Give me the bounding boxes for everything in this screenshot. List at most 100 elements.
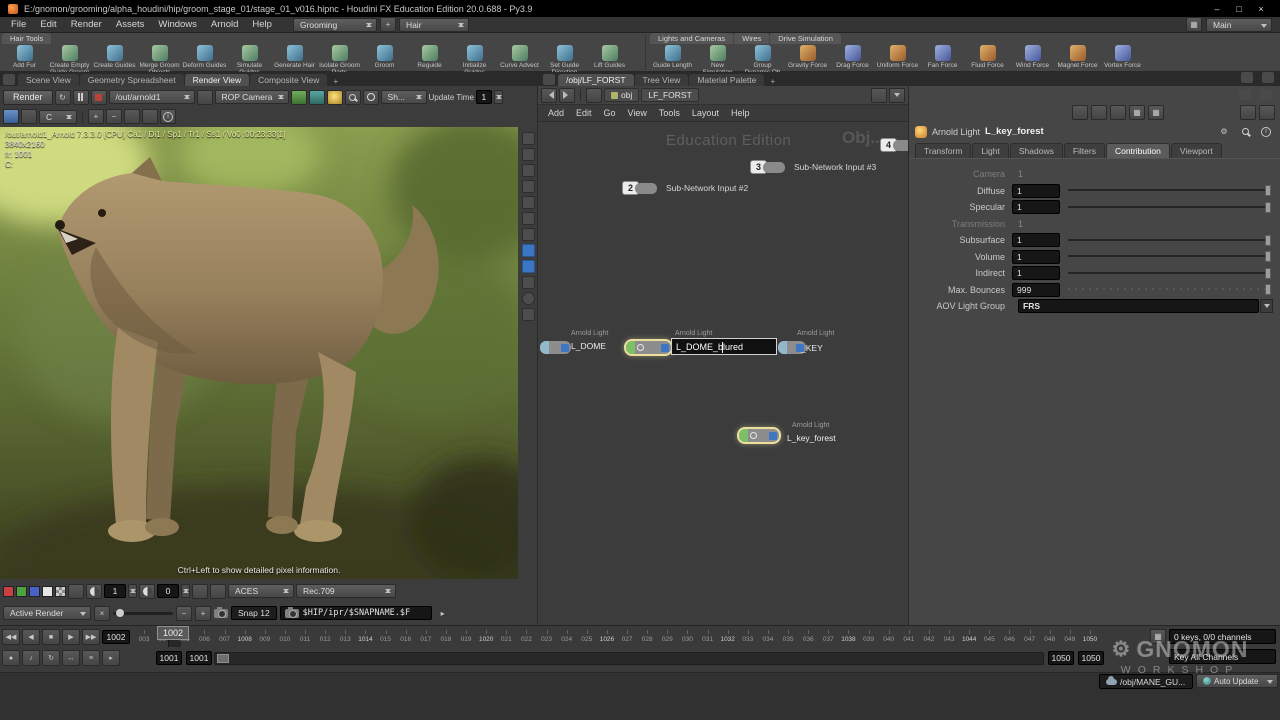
pane-maximize-icon[interactable] xyxy=(1262,72,1274,83)
aov-group-menu-button[interactable] xyxy=(1260,299,1273,313)
volume-input[interactable]: 1 xyxy=(1012,250,1060,264)
blue-channel-swatch[interactable] xyxy=(29,586,40,597)
hair-shelf-select[interactable]: Hair xyxy=(399,18,469,32)
snapshot-next-icon[interactable]: + xyxy=(195,606,211,621)
rop-parameters-icon[interactable] xyxy=(197,90,213,105)
path-back-icon[interactable] xyxy=(541,88,557,103)
breadcrumb-obj[interactable]: obj xyxy=(604,88,639,102)
add-shelf-set-button[interactable]: + xyxy=(380,17,396,32)
minimize-button[interactable]: – xyxy=(1206,4,1228,14)
key-all-channels-button[interactable]: Key All Channels xyxy=(1169,649,1276,664)
render-region-magnifier-icon[interactable] xyxy=(345,90,361,105)
update-mode-select[interactable]: Auto Update xyxy=(1196,674,1278,688)
rop-select[interactable]: /out/arnold1 xyxy=(109,90,195,104)
menu-item[interactable]: Arnold xyxy=(204,18,245,31)
snapshot-menu-icon[interactable]: ▸ xyxy=(435,606,451,621)
pane-menu-icon[interactable] xyxy=(543,74,555,85)
network-menu-item[interactable]: Add xyxy=(542,107,570,119)
stop-render-icon[interactable] xyxy=(91,90,107,105)
tab-light[interactable]: Light xyxy=(972,143,1008,158)
spreadsheet-icon[interactable]: ▦ xyxy=(1129,105,1145,120)
menu-item[interactable]: Help xyxy=(245,18,279,31)
transport-button[interactable]: ◀ xyxy=(22,629,40,645)
tab-contribution[interactable]: Contribution xyxy=(1106,143,1170,158)
restart-render-icon[interactable]: ↻ xyxy=(55,90,71,105)
compare-icon[interactable] xyxy=(68,584,84,599)
pane-menu-icon[interactable] xyxy=(3,74,15,85)
gear-icon[interactable]: ⚙ xyxy=(1216,124,1232,139)
diffuse-input[interactable]: 1 xyxy=(1012,184,1060,198)
pane-options-icon[interactable] xyxy=(1260,89,1272,100)
playbar-option-button[interactable]: ♪ xyxy=(22,650,40,666)
new-snapshot-icon[interactable] xyxy=(522,132,535,145)
tab-shadows[interactable]: Shadows xyxy=(1010,143,1063,158)
specular-slider[interactable] xyxy=(1068,202,1271,213)
tab-viewport[interactable]: Viewport xyxy=(1171,143,1222,158)
menu-item[interactable]: File xyxy=(4,18,33,31)
render-camera-select[interactable]: ROP Camera xyxy=(215,90,289,104)
subnet-input-node-4[interactable]: 4 xyxy=(880,138,909,152)
exposure-icon[interactable] xyxy=(86,584,102,599)
subsurface-input[interactable]: 1 xyxy=(1012,233,1060,247)
frame-range-slider[interactable] xyxy=(214,652,1044,665)
render-button[interactable]: Render xyxy=(3,90,53,105)
timeline-ruler[interactable]: 0030040050060071008009010011012013101401… xyxy=(134,628,1100,647)
node-name-field[interactable]: L_key_forest xyxy=(985,126,1044,137)
snapshot-grid-icon[interactable] xyxy=(309,90,325,105)
display-flag[interactable] xyxy=(661,344,669,352)
pan-view-icon[interactable] xyxy=(142,109,158,124)
subsurface-slider[interactable] xyxy=(1068,235,1271,246)
snapshot-path-field[interactable]: $HIP/ipr/$SNAPNAME.$F xyxy=(280,606,432,620)
pane-link-icon[interactable] xyxy=(1239,89,1251,100)
network-menu-item[interactable]: View xyxy=(622,107,653,119)
path-forward-icon[interactable] xyxy=(559,88,575,103)
playbar-option-button[interactable]: ↔ xyxy=(62,650,80,666)
network-menu-item[interactable]: Help xyxy=(725,107,756,119)
tab-transform[interactable]: Transform xyxy=(915,143,971,158)
shading-mode-select[interactable]: Sh... xyxy=(381,90,427,104)
network-canvas[interactable]: Education Edition Obj... 4 3 Sub-Network… xyxy=(538,122,909,625)
progressive-on-icon[interactable] xyxy=(522,260,535,273)
pane-expand-icon[interactable] xyxy=(1259,105,1275,120)
path-menu-icon[interactable] xyxy=(889,88,905,103)
shelf-tab-hair-tools[interactable]: Hair Tools xyxy=(2,33,51,44)
close-button[interactable]: × xyxy=(1250,4,1272,14)
alpha-channel-swatch[interactable] xyxy=(42,586,53,597)
menu-item[interactable]: Windows xyxy=(151,18,204,31)
pin-network-icon[interactable] xyxy=(871,88,887,103)
tab-render-view[interactable]: Render View xyxy=(185,74,250,86)
tab-network-editor[interactable]: /obj/LF_FORST xyxy=(558,74,634,86)
indirect-input[interactable]: 1 xyxy=(1012,266,1060,280)
render-image[interactable]: /out/arnold1_Arnold 7.3.3.0 [CPU] Ca1 / … xyxy=(0,127,518,579)
pixel-info-icon[interactable]: i xyxy=(160,109,176,124)
gallery-icon[interactable] xyxy=(1240,105,1256,120)
current-frame-field[interactable]: 1002 xyxy=(102,630,130,644)
help-icon[interactable]: i xyxy=(1258,124,1274,139)
add-pane-tab-button[interactable]: + xyxy=(328,76,343,86)
red-channel-swatch[interactable] xyxy=(3,586,14,597)
transport-button[interactable]: ▶ xyxy=(62,629,80,645)
clear-render-icon[interactable]: × xyxy=(94,606,110,621)
pause-render-icon[interactable] xyxy=(73,90,89,105)
letterbox-icon[interactable] xyxy=(522,228,535,241)
zoom-in-icon[interactable]: + xyxy=(88,109,104,124)
gain-icon[interactable] xyxy=(139,584,155,599)
playbar-option-button[interactable]: ↻ xyxy=(42,650,60,666)
transport-button[interactable]: ■ xyxy=(42,629,60,645)
maximize-button[interactable]: □ xyxy=(1228,4,1250,14)
menu-item[interactable]: Render xyxy=(64,18,109,31)
subnet-input-node-3[interactable]: 3 Sub-Network Input #3 xyxy=(750,160,876,174)
fit-view-icon[interactable] xyxy=(124,109,140,124)
network-menu-item[interactable]: Go xyxy=(598,107,622,119)
image-info-icon[interactable] xyxy=(522,164,535,177)
max-bounces-slider[interactable] xyxy=(1068,284,1271,295)
histogram-icon[interactable] xyxy=(522,180,535,193)
light-node-l-dome-blured[interactable] xyxy=(626,341,671,354)
channel-editor-icon[interactable]: ▦ xyxy=(1150,629,1166,644)
transport-button[interactable]: ▶▶ xyxy=(82,629,100,645)
pane-split-icon[interactable] xyxy=(1241,72,1253,83)
range-end-field[interactable]: 1050 xyxy=(1078,651,1104,665)
display-flag[interactable] xyxy=(561,344,569,352)
display-flag[interactable] xyxy=(769,432,777,440)
playbar-option-button[interactable]: ▸ xyxy=(102,650,120,666)
